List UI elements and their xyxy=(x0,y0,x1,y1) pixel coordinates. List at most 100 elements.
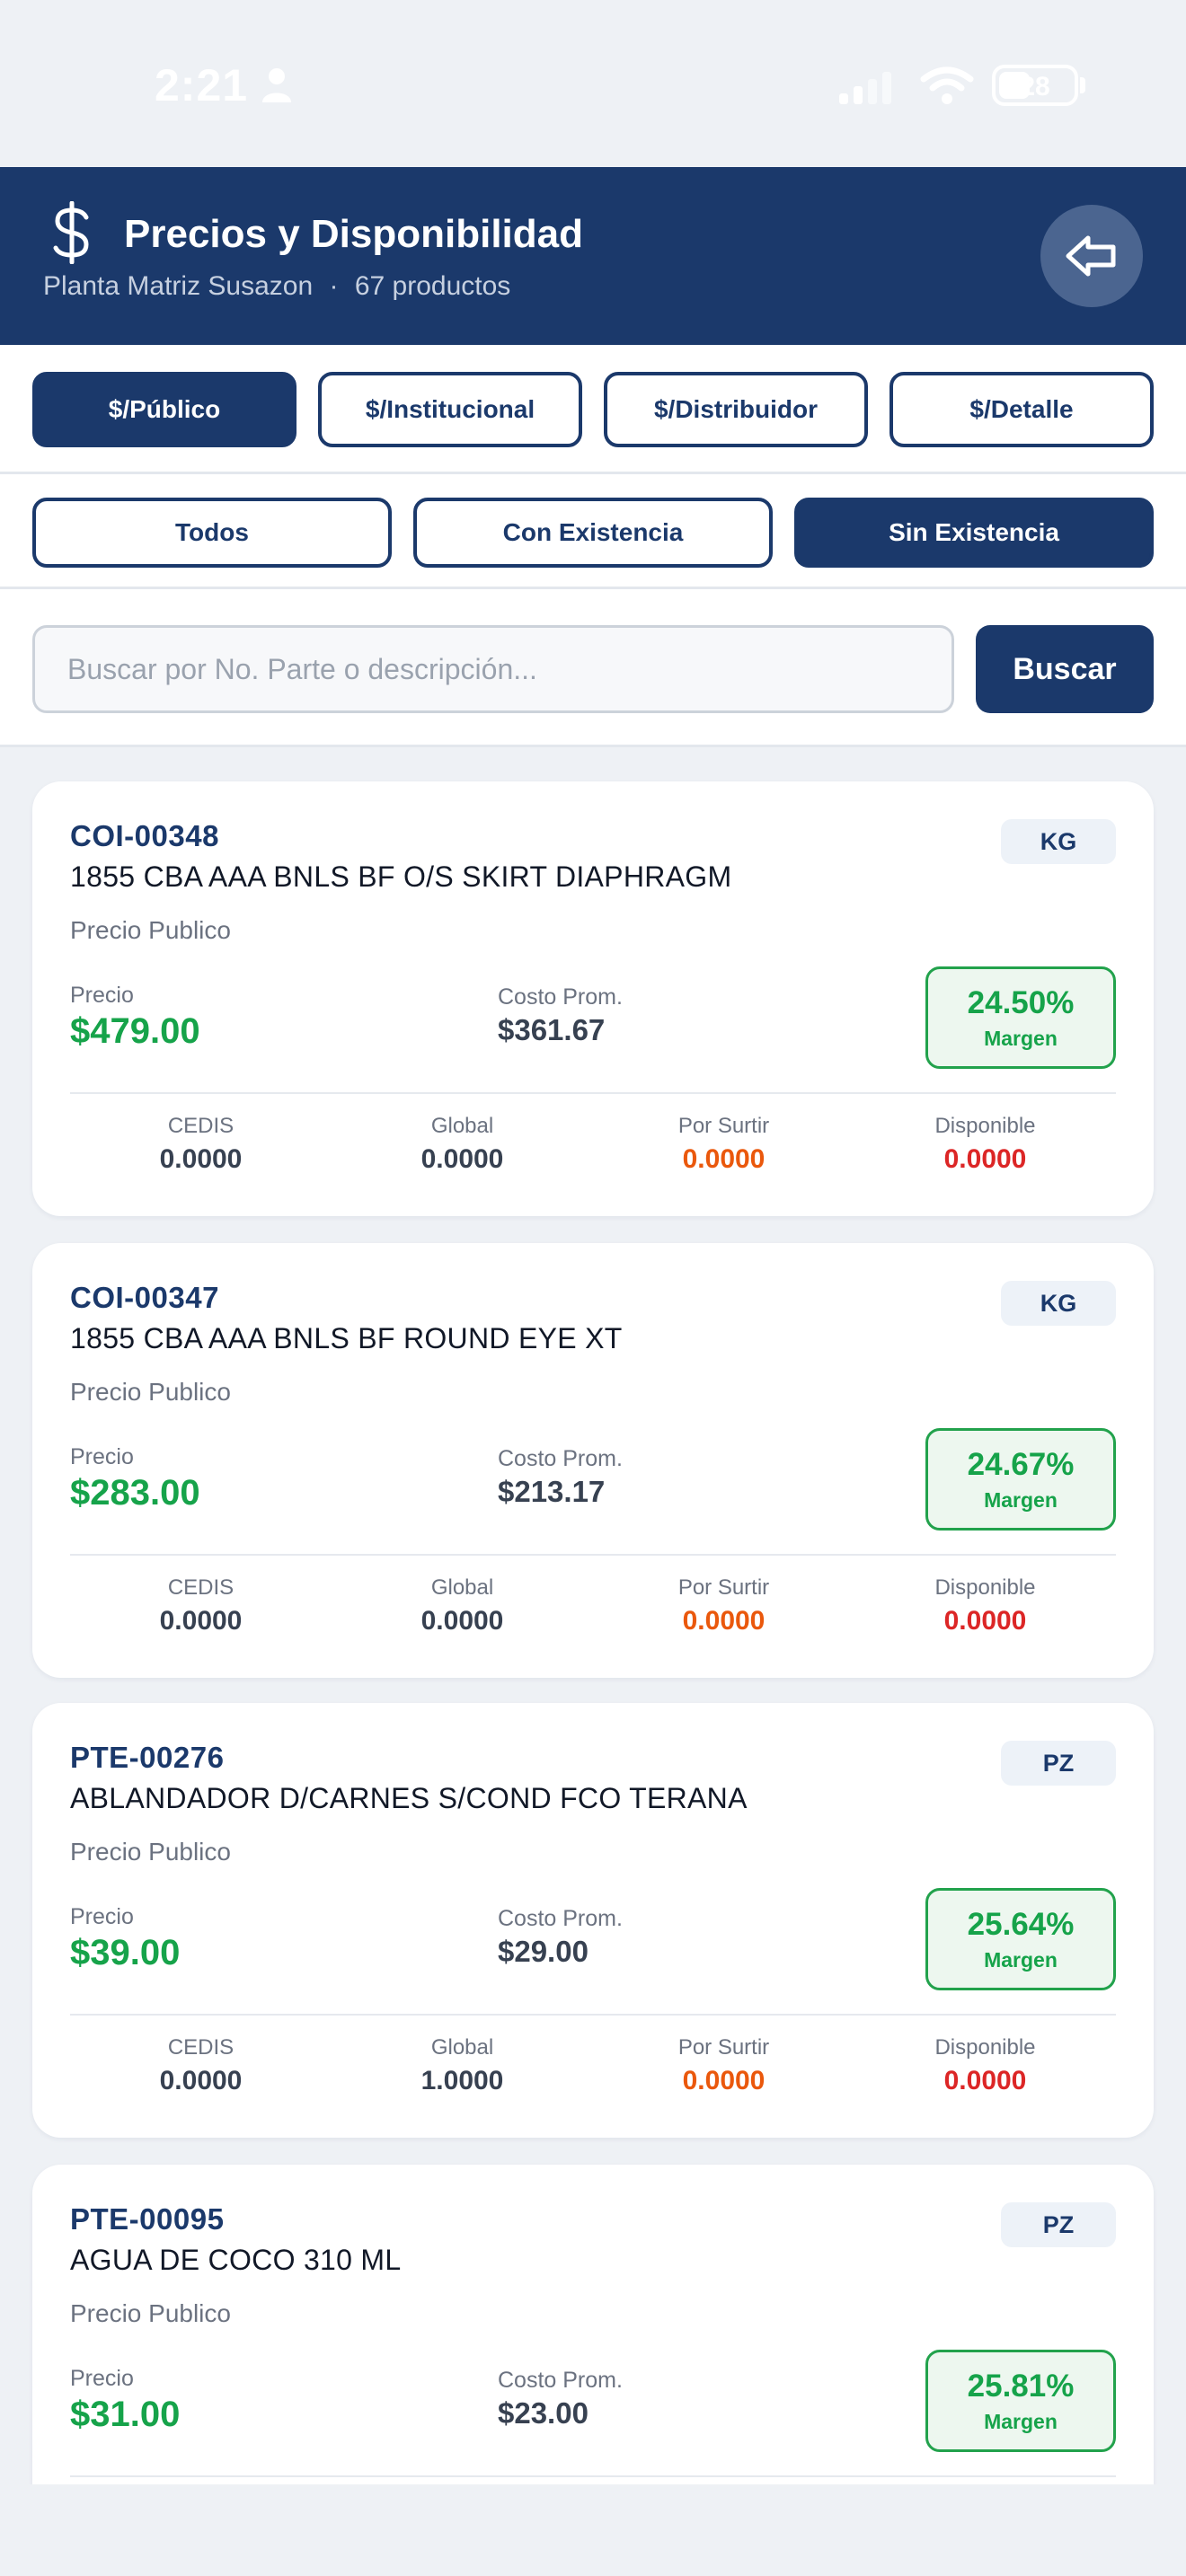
product-code: PTE-00095 xyxy=(70,2202,225,2236)
stat-disponible: Disponible 0.0000 xyxy=(854,2035,1116,2116)
unit-badge: PZ xyxy=(1001,2202,1116,2247)
margin-label: Margen xyxy=(984,1026,1058,1050)
battery-level: 28 xyxy=(1020,72,1050,101)
cost-value: $361.67 xyxy=(498,1013,606,1046)
divider xyxy=(70,2014,1116,2016)
margin-label: Margen xyxy=(984,2409,1058,2433)
search-button[interactable]: Buscar xyxy=(976,625,1154,713)
price-value: $479.00 xyxy=(70,1011,200,1051)
stat-disponible: Disponible 0.0000 xyxy=(854,1114,1116,1195)
product-card[interactable]: COI-00347 1855 CBA AAA BNLS BF ROUND EYE… xyxy=(32,1243,1154,1678)
back-button[interactable] xyxy=(1040,205,1143,307)
price-value: $283.00 xyxy=(70,1473,200,1513)
stat-label: Disponible xyxy=(934,1114,1036,1138)
stat-label: CEDIS xyxy=(167,1114,235,1138)
tab-publico[interactable]: $/Público xyxy=(32,372,296,447)
dollar-icon xyxy=(53,201,89,264)
stock-stats: CEDIS 0.0000 Global 0.0000 Por Surtir 0.… xyxy=(70,1575,1116,1656)
status-time: 2:21 xyxy=(155,60,249,110)
divider xyxy=(70,2475,1116,2477)
stat-label: CEDIS xyxy=(167,2035,235,2060)
product-card[interactable]: PTE-00276 ABLANDADOR D/CARNES S/COND FCO… xyxy=(32,1703,1154,2138)
cost-value: $23.00 xyxy=(498,2396,589,2430)
status-bar: 2:21 28 xyxy=(0,0,1186,167)
stat-value: 0.0000 xyxy=(159,2066,243,2095)
filter-con-existencia[interactable]: Con Existencia xyxy=(413,498,773,568)
stat-label: CEDIS xyxy=(167,1575,235,1600)
battery-icon: 28 xyxy=(992,65,1078,106)
stat-label: Por Surtir xyxy=(677,2035,770,2060)
product-code: COI-00348 xyxy=(70,819,219,852)
margin-label: Margen xyxy=(984,1947,1058,1972)
stat-disponible: Disponible 0.0000 xyxy=(854,1575,1116,1656)
stat-value: 0.0000 xyxy=(159,1144,243,1174)
cost-value: $29.00 xyxy=(498,1935,589,1968)
price-tabs: $/Público $/Institucional $/Distribuidor… xyxy=(0,345,1186,474)
stat-value: 1.0000 xyxy=(420,2066,504,2095)
stat-por-surtir: Por Surtir 0.0000 xyxy=(593,1575,854,1656)
stat-value: 0.0000 xyxy=(943,1606,1027,1636)
unit-badge: KG xyxy=(1001,819,1116,864)
stat-value: 0.0000 xyxy=(682,1606,766,1636)
tab-distribuidor[interactable]: $/Distribuidor xyxy=(604,372,868,447)
person-icon xyxy=(262,68,291,102)
price-type: Precio Publico xyxy=(70,1378,231,1406)
unit-badge: PZ xyxy=(1001,1741,1116,1786)
divider xyxy=(70,1554,1116,1556)
price-value: $39.00 xyxy=(70,1933,181,1972)
stat-value: 0.0000 xyxy=(943,2066,1027,2095)
margin-badge: 25.81% Margen xyxy=(925,2350,1116,2452)
cost-value: $213.17 xyxy=(498,1475,606,1508)
signal-icon xyxy=(839,72,891,104)
filter-sin-existencia[interactable]: Sin Existencia xyxy=(794,498,1154,568)
stat-por-surtir: Por Surtir 0.0000 xyxy=(593,2035,854,2116)
product-description: AGUA DE COCO 310 ML xyxy=(70,2244,402,2276)
stat-value: 0.0000 xyxy=(159,1606,243,1636)
stat-label: Disponible xyxy=(934,2035,1036,2060)
stat-value: 0.0000 xyxy=(420,1144,504,1174)
stat-label: Disponible xyxy=(934,1575,1036,1600)
margin-value: 25.64% xyxy=(967,1906,1075,1942)
margin-badge: 25.64% Margen xyxy=(925,1888,1116,1990)
product-code: COI-00347 xyxy=(70,1281,219,1314)
margin-value: 25.81% xyxy=(967,2368,1075,2404)
cost-label: Costo Prom. xyxy=(498,1446,623,1471)
margin-value: 24.67% xyxy=(967,1446,1075,1482)
product-code: PTE-00276 xyxy=(70,1741,225,1774)
header-subtitle: Planta Matriz Susazon · 67 productos xyxy=(43,271,510,302)
search-input[interactable] xyxy=(32,625,954,713)
filter-todos[interactable]: Todos xyxy=(32,498,392,568)
page-title: Precios y Disponibilidad xyxy=(124,212,584,256)
stat-label: Por Surtir xyxy=(677,1575,770,1600)
stat-global: Global 1.0000 xyxy=(332,2035,593,2116)
divider xyxy=(70,1092,1116,1094)
stat-label: Por Surtir xyxy=(677,1114,770,1138)
price-type: Precio Publico xyxy=(70,1838,231,1866)
product-description: 1855 CBA AAA BNLS BF O/S SKIRT DIAPHRAGM xyxy=(70,860,732,893)
stat-label: Global xyxy=(430,1575,494,1600)
product-card[interactable]: COI-00348 1855 CBA AAA BNLS BF O/S SKIRT… xyxy=(32,781,1154,1216)
tab-detalle[interactable]: $/Detalle xyxy=(890,372,1154,447)
product-card[interactable]: PTE-00095 AGUA DE COCO 310 ML PZ Precio … xyxy=(32,2165,1154,2484)
product-description: 1855 CBA AAA BNLS BF ROUND EYE XT xyxy=(70,1322,623,1354)
battery-cap xyxy=(1080,77,1085,93)
stat-value: 0.0000 xyxy=(943,1144,1027,1174)
cost-label: Costo Prom. xyxy=(498,984,623,1010)
product-description: ABLANDADOR D/CARNES S/COND FCO TERANA xyxy=(70,1782,748,1814)
cost-label: Costo Prom. xyxy=(498,1906,623,1931)
price-label: Precio xyxy=(70,983,134,1008)
margin-badge: 24.50% Margen xyxy=(925,966,1116,1069)
margin-value: 24.50% xyxy=(967,984,1075,1020)
stat-global: Global 0.0000 xyxy=(332,1575,593,1656)
stat-value: 0.0000 xyxy=(682,1144,766,1174)
price-label: Precio xyxy=(70,1904,134,1929)
stat-value: 0.0000 xyxy=(420,1606,504,1636)
stat-value: 0.0000 xyxy=(682,2066,766,2095)
price-label: Precio xyxy=(70,1444,134,1469)
stat-label: Global xyxy=(430,2035,494,2060)
margin-badge: 24.67% Margen xyxy=(925,1428,1116,1531)
search-bar: Buscar xyxy=(0,589,1186,747)
tab-institucional[interactable]: $/Institucional xyxy=(318,372,582,447)
unit-badge: KG xyxy=(1001,1281,1116,1326)
plant-name: Planta Matriz Susazon xyxy=(43,271,314,301)
